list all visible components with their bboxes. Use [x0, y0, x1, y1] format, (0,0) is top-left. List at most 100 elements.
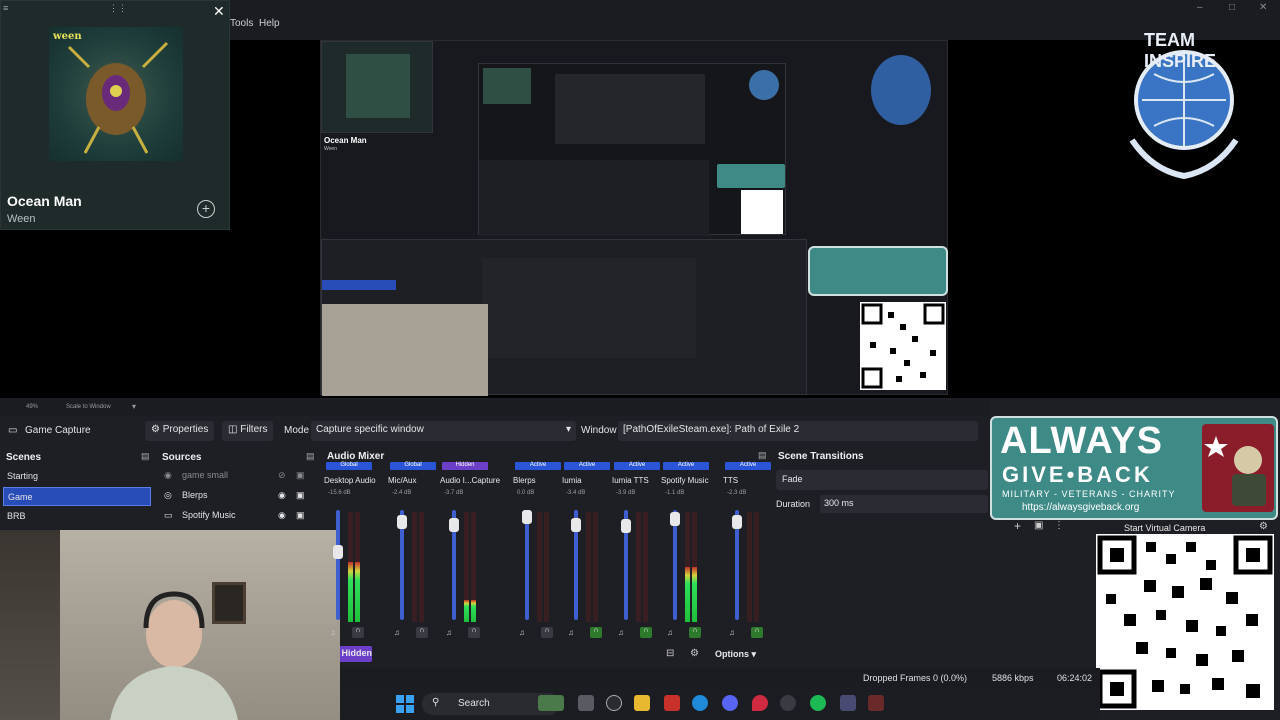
- menu-tools[interactable]: Tools: [230, 18, 253, 29]
- windows-start-icon[interactable]: [396, 695, 414, 713]
- add-to-library-icon[interactable]: +: [197, 200, 215, 218]
- edge-browser-icon[interactable]: [692, 695, 708, 711]
- hidden-badge[interactable]: Hidden: [338, 646, 372, 662]
- dock-menu-icon[interactable]: ▤: [758, 450, 767, 461]
- more-icon[interactable]: ⋮: [1054, 520, 1064, 531]
- menu-icon[interactable]: ≡: [3, 3, 8, 13]
- channel-name[interactable]: Audio I...Capture: [440, 476, 500, 485]
- mixer-channel: Global Desktop Audio -15.6 dB ♫ ∩: [324, 462, 376, 642]
- person-image: [110, 591, 238, 720]
- minimize-icon[interactable]: –: [1197, 2, 1203, 13]
- dock-menu-icon[interactable]: ▤: [141, 451, 150, 462]
- fader-handle[interactable]: [397, 515, 407, 529]
- volume-fader[interactable]: [336, 510, 340, 620]
- team-inspire-logo: TEAM INSPIRE: [1122, 30, 1250, 180]
- file-explorer-icon[interactable]: [634, 695, 650, 711]
- fader-handle[interactable]: [522, 510, 532, 524]
- audio-level-meter: [636, 512, 641, 622]
- trash-icon[interactable]: ▣: [1034, 520, 1043, 531]
- dock-menu-icon[interactable]: ▤: [306, 451, 315, 462]
- speaker-icon[interactable]: ♫: [519, 628, 525, 637]
- shield-icon[interactable]: [840, 695, 856, 711]
- add-icon[interactable]: +: [1014, 519, 1021, 533]
- headphones-icon[interactable]: ∩: [541, 627, 553, 638]
- channel-status-tag: Hidden: [442, 462, 488, 470]
- menu-help[interactable]: Help: [259, 18, 280, 29]
- start-virtual-camera-button[interactable]: Start Virtual Camera: [1124, 523, 1205, 533]
- eye-icon[interactable]: ◉: [278, 490, 286, 501]
- always-give-back-logo: ALWAYS GIVE•BACK MILITARY - VETERANS - C…: [990, 416, 1278, 520]
- speaker-icon[interactable]: ♫: [446, 628, 452, 637]
- fader-handle[interactable]: [670, 512, 680, 526]
- scale-dropdown[interactable]: Scale to Window: [66, 404, 111, 410]
- lock-icon[interactable]: ▣: [296, 470, 305, 481]
- headphones-icon[interactable]: ∩: [416, 627, 428, 638]
- fader-handle[interactable]: [571, 518, 581, 532]
- app-red-icon[interactable]: [664, 695, 680, 711]
- lock-icon[interactable]: ▣: [296, 490, 305, 501]
- source-item-game-small[interactable]: ◉ game small ⊘ ▣: [160, 470, 310, 488]
- mixer-settings-icon[interactable]: ⚙: [690, 648, 699, 659]
- maximize-icon[interactable]: □: [1229, 2, 1235, 13]
- fader-handle[interactable]: [449, 518, 459, 532]
- speaker-icon[interactable]: ♫: [618, 628, 624, 637]
- fader-handle[interactable]: [732, 515, 742, 529]
- game-app-icon[interactable]: [868, 695, 884, 711]
- volume-fader[interactable]: [673, 510, 677, 620]
- steam-icon[interactable]: [780, 695, 796, 711]
- channel-name[interactable]: TTS: [723, 476, 738, 485]
- fader-handle[interactable]: [333, 545, 343, 559]
- eye-hidden-icon[interactable]: ⊘: [278, 470, 286, 481]
- headphones-icon[interactable]: ∩: [689, 627, 701, 638]
- audio-level-meter: [643, 512, 648, 622]
- nested-team-logo: [871, 55, 931, 125]
- source-item-spotify-music[interactable]: ▭ Spotify Music ◉ ▣: [160, 510, 310, 528]
- zoom-level[interactable]: 49%: [26, 404, 38, 410]
- headphones-icon[interactable]: ∩: [590, 627, 602, 638]
- channel-name[interactable]: Blerps: [513, 476, 536, 485]
- spotify-icon[interactable]: [810, 695, 826, 711]
- chevron-down-icon[interactable]: ▾: [132, 402, 136, 411]
- widgets-icon[interactable]: [538, 695, 564, 711]
- headphones-icon[interactable]: ∩: [751, 627, 763, 638]
- headphones-icon[interactable]: ∩: [640, 627, 652, 638]
- mixer-layout-icon[interactable]: ⊟: [666, 648, 674, 659]
- speaker-icon[interactable]: ♫: [330, 628, 336, 637]
- obs-icon[interactable]: [606, 695, 622, 711]
- fader-handle[interactable]: [621, 519, 631, 533]
- map-pin-icon[interactable]: [752, 695, 768, 711]
- mode-dropdown[interactable]: Capture specific window ▾: [311, 421, 576, 441]
- channel-name[interactable]: Desktop Audio: [324, 476, 376, 485]
- agb-line2: GIVE•BACK: [1002, 462, 1153, 487]
- filters-button[interactable]: ◫ Filters: [222, 421, 274, 441]
- close-icon[interactable]: ✕: [213, 3, 225, 20]
- speaker-icon[interactable]: ♫: [568, 628, 574, 637]
- source-label: game small: [182, 470, 229, 480]
- eye-icon[interactable]: ◉: [278, 510, 286, 521]
- speaker-icon[interactable]: ♫: [667, 628, 673, 637]
- source-item-blerps[interactable]: ◎ Blerps ◉ ▣: [160, 490, 310, 508]
- properties-button[interactable]: ⚙ Properties: [145, 421, 215, 441]
- headphones-icon[interactable]: ∩: [352, 627, 364, 638]
- channel-name[interactable]: Iumia: [562, 476, 582, 485]
- lock-icon[interactable]: ▣: [296, 510, 305, 521]
- virtual-camera-settings-icon[interactable]: ⚙: [1259, 521, 1268, 532]
- stream-time: 06:24:02: [1057, 673, 1093, 683]
- channel-name[interactable]: Spotify Music: [661, 476, 709, 485]
- gear-icon: ⚙: [151, 424, 160, 435]
- duration-input[interactable]: 300 ms: [820, 495, 988, 513]
- speaker-icon[interactable]: ♫: [729, 628, 735, 637]
- transition-type-dropdown[interactable]: Fade: [776, 470, 988, 490]
- window-dropdown[interactable]: [PathOfExileSteam.exe]: Path of Exile 2: [618, 421, 978, 441]
- mixer-options-button[interactable]: Options ▾: [715, 649, 756, 660]
- speaker-icon[interactable]: ♫: [394, 628, 400, 637]
- volume-fader[interactable]: [525, 510, 529, 620]
- discord-icon[interactable]: [722, 695, 738, 711]
- channel-name[interactable]: Iumia TTS: [612, 476, 649, 485]
- channel-name[interactable]: Mic/Aux: [388, 476, 416, 485]
- task-view-icon[interactable]: [578, 695, 594, 711]
- source-properties-bar: ▭ Game Capture ⚙ Properties ◫ Filters Mo…: [0, 418, 990, 444]
- drag-handle-icon[interactable]: ⋮⋮: [109, 3, 127, 14]
- headphones-icon[interactable]: ∩: [468, 627, 480, 638]
- close-window-icon[interactable]: ✕: [1259, 2, 1267, 13]
